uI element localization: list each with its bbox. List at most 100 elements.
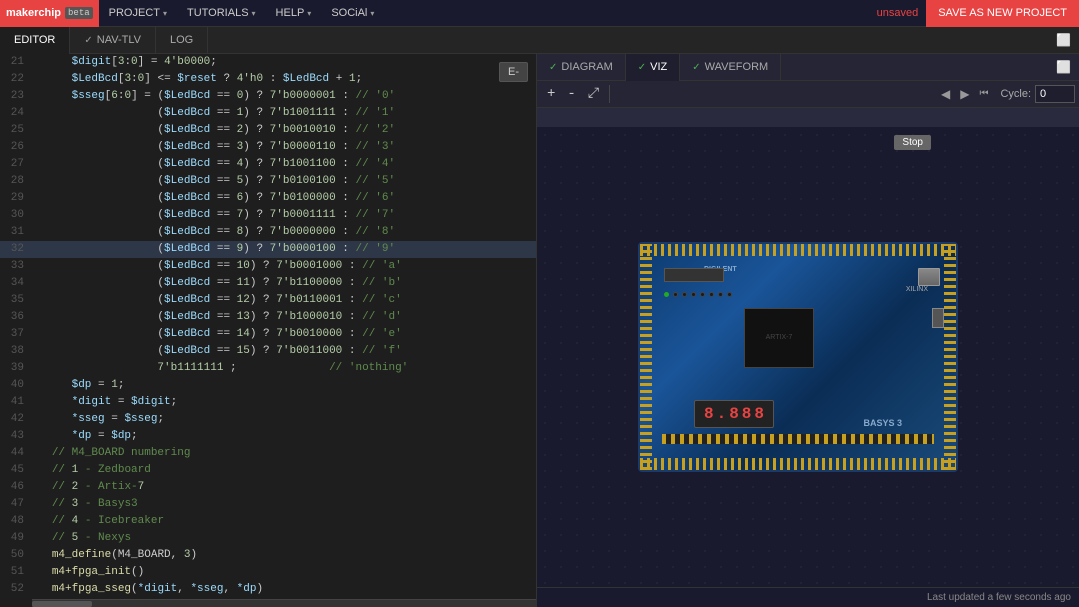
line-number: 40 xyxy=(0,377,32,394)
line-content: *dp = $dp; xyxy=(32,428,536,445)
line-number: 43 xyxy=(0,428,32,445)
logo-area: makerchip beta xyxy=(0,0,99,27)
stop-tooltip: Stop xyxy=(894,135,931,150)
editor-scrollbar[interactable] xyxy=(32,599,536,607)
nav-social[interactable]: SOCiAl ▾ xyxy=(321,0,384,27)
tab-log[interactable]: LOG xyxy=(156,27,208,54)
code-line-27: 27 ($LedBcd == 4) ? 7'b1001100 : // '4' xyxy=(0,156,536,173)
code-area: 21 $digit[3:0] = 4'b0000;22 $LedBcd[3:0]… xyxy=(0,54,536,607)
board-inner: DIGILENT xyxy=(654,258,942,456)
line-number: 51 xyxy=(0,564,32,581)
tab-nav-tlv[interactable]: ✓ NAV-TLV xyxy=(70,27,156,54)
line-content: ($LedBcd == 1) ? 7'b1001111 : // '1' xyxy=(32,105,536,122)
nav-help[interactable]: HELP ▾ xyxy=(266,0,322,27)
code-line-35: 35 ($LedBcd == 12) ? 7'b0110001 : // 'c' xyxy=(0,292,536,309)
code-line-24: 24 ($LedBcd == 1) ? 7'b1001111 : // '1' xyxy=(0,105,536,122)
line-content: // 2 - Artix-7 xyxy=(32,479,536,496)
line-content: *digit = $digit; xyxy=(32,394,536,411)
switches-row xyxy=(662,434,934,444)
line-number: 27 xyxy=(0,156,32,173)
zoom-out-button[interactable]: - xyxy=(561,81,581,108)
code-line-36: 36 ($LedBcd == 13) ? 7'b1000010 : // 'd' xyxy=(0,309,536,326)
code-line-43: 43 *dp = $dp; xyxy=(0,428,536,445)
line-content: ($LedBcd == 2) ? 7'b0010010 : // '2' xyxy=(32,122,536,139)
line-number: 44 xyxy=(0,445,32,462)
code-line-37: 37 ($LedBcd == 14) ? 7'b0010000 : // 'e' xyxy=(0,326,536,343)
line-number: 48 xyxy=(0,513,32,530)
line-number: 38 xyxy=(0,343,32,360)
editor-tabbar: EDITOR ✓ NAV-TLV LOG ⬜ xyxy=(0,27,1079,54)
code-line-31: 31 ($LedBcd == 8) ? 7'b0000000 : // '8' xyxy=(0,224,536,241)
line-number: 21 xyxy=(0,54,32,71)
code-line-50: 50 m4_define(M4_BOARD, 3) xyxy=(0,547,536,564)
line-content: // 5 - Nexys xyxy=(32,530,536,547)
tab-editor[interactable]: EDITOR xyxy=(0,27,70,54)
line-content: m4_define(M4_BOARD, 3) xyxy=(32,547,536,564)
tab-diagram[interactable]: ✓ DIAGRAM xyxy=(537,54,626,81)
beta-badge: beta xyxy=(65,7,93,19)
line-content: 7'b1111111 ; // 'nothing' xyxy=(32,360,536,377)
pcb-right-pins xyxy=(944,244,956,470)
fpga-chip: ARTIX-7 xyxy=(744,308,814,368)
nav-project[interactable]: PROJECT ▾ xyxy=(99,0,177,27)
line-number: 28 xyxy=(0,173,32,190)
line-content: $sseg[6:0] = ($LedBcd == 0) ? 7'b0000001… xyxy=(32,88,536,105)
code-line-29: 29 ($LedBcd == 6) ? 7'b0100000 : // '6' xyxy=(0,190,536,207)
end-button[interactable]: ⏮ xyxy=(975,81,992,108)
code-line-49: 49 // 5 - Nexys xyxy=(0,530,536,547)
led-3 xyxy=(691,292,696,297)
right-expand-icon[interactable]: ⬜ xyxy=(1048,60,1079,75)
line-number: 23 xyxy=(0,88,32,105)
code-line-47: 47 // 3 - Basys3 xyxy=(0,496,536,513)
line-content: ($LedBcd == 13) ? 7'b1000010 : // 'd' xyxy=(32,309,536,326)
right-tabbar: ✓ DIAGRAM ✓ VIZ ✓ WAVEFORM ⬜ xyxy=(537,54,1079,81)
nav-arrows: ◀ ▶ ⏮ xyxy=(937,81,992,108)
code-line-30: 30 ($LedBcd == 7) ? 7'b0001111 : // '7' xyxy=(0,207,536,224)
line-content: m4+fpga_init() xyxy=(32,564,536,581)
line-number: 32 xyxy=(0,241,32,258)
code-line-21: 21 $digit[3:0] = 4'b0000; xyxy=(0,54,536,71)
line-number: 37 xyxy=(0,326,32,343)
line-number: 36 xyxy=(0,309,32,326)
line-content: ($LedBcd == 5) ? 7'b0100100 : // '5' xyxy=(32,173,536,190)
line-number: 50 xyxy=(0,547,32,564)
seg-digit-0: 8 xyxy=(704,405,714,423)
expand-icon[interactable]: ⬜ xyxy=(1048,33,1079,48)
prev-button[interactable]: ◀ xyxy=(937,81,954,108)
tab-waveform[interactable]: ✓ WAVEFORM xyxy=(680,54,781,81)
next-button[interactable]: ▶ xyxy=(956,81,973,108)
scrollbar-thumb[interactable] xyxy=(32,601,92,607)
code-line-52: 52 m4+fpga_sseg(*digit, *sseg, *dp) xyxy=(0,581,536,598)
pcb-top-pins xyxy=(640,244,956,256)
nav-tutorials[interactable]: TUTORIALS ▾ xyxy=(177,0,266,27)
viz-check-icon: ✓ xyxy=(638,62,646,73)
line-number: 52 xyxy=(0,581,32,598)
tab-viz[interactable]: ✓ VIZ xyxy=(626,54,681,81)
line-content: ($LedBcd == 15) ? 7'b0011000 : // 'f' xyxy=(32,343,536,360)
line-content: ($LedBcd == 8) ? 7'b0000000 : // '8' xyxy=(32,224,536,241)
unsaved-badge: unsaved xyxy=(869,7,927,19)
fit-button[interactable]: ⤢ xyxy=(582,81,605,108)
social-arrow-icon: ▾ xyxy=(370,9,374,18)
line-content: ($LedBcd == 4) ? 7'b1001100 : // '4' xyxy=(32,156,536,173)
line-content: // 1 - Zedboard xyxy=(32,462,536,479)
seg-digit-3: 8 xyxy=(742,405,752,423)
led-2 xyxy=(682,292,687,297)
save-project-button[interactable]: SAVE AS NEW PROJECT xyxy=(926,0,1079,27)
cycle-input[interactable] xyxy=(1035,85,1075,103)
editor-panel: 21 $digit[3:0] = 4'b0000;22 $LedBcd[3:0]… xyxy=(0,54,537,607)
code-line-42: 42 *sseg = $sseg; xyxy=(0,411,536,428)
viz-area: DIGILENT xyxy=(537,127,1079,587)
right-panel: ✓ DIAGRAM ✓ VIZ ✓ WAVEFORM ⬜ + - ⤢ ◀ ▶ ⏮ xyxy=(537,54,1079,607)
seg-digit-1: . xyxy=(717,405,727,423)
line-content: ($LedBcd == 6) ? 7'b0100000 : // '6' xyxy=(32,190,536,207)
line-content: $LedBcd[3:0] <= $reset ? 4'h0 : $LedBcd … xyxy=(32,71,536,88)
line-number: 47 xyxy=(0,496,32,513)
code-line-34: 34 ($LedBcd == 11) ? 7'b1100000 : // 'b' xyxy=(0,275,536,292)
tutorials-arrow-icon: ▾ xyxy=(252,9,256,18)
zoom-in-button[interactable]: + xyxy=(541,81,561,108)
line-number: 22 xyxy=(0,71,32,88)
code-line-28: 28 ($LedBcd == 5) ? 7'b0100100 : // '5' xyxy=(0,173,536,190)
e-button[interactable]: E- xyxy=(499,62,528,82)
seven-segment-display: 8 . 8 8 8 xyxy=(694,400,774,428)
